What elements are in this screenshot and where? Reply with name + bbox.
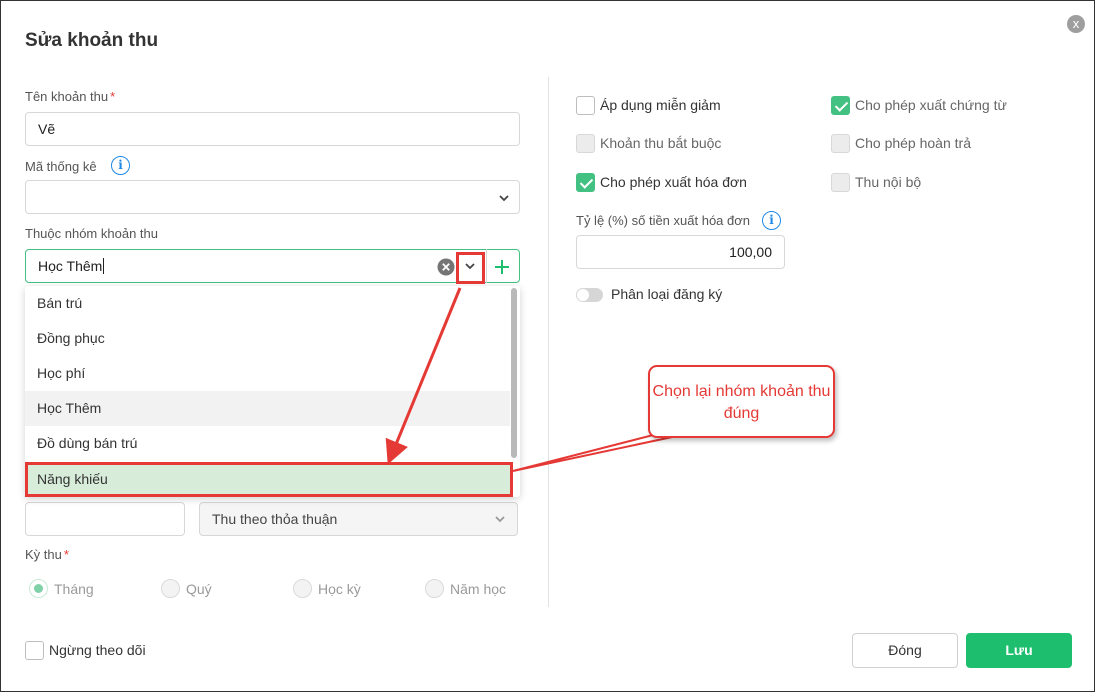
radio-semester[interactable]: [293, 579, 312, 598]
radio-month[interactable]: [29, 579, 48, 598]
allow-refund-label: Cho phép hoàn trả: [855, 135, 971, 151]
dropdown-option[interactable]: Bán trú: [25, 286, 510, 321]
annotation-highlight-chevron: [456, 252, 485, 284]
registration-toggle[interactable]: [576, 288, 603, 302]
stat-code-label: Mã thống kê: [25, 159, 97, 174]
apply-discount-label: Áp dụng miễn giảm: [600, 97, 721, 113]
combobox-divider: [486, 249, 487, 283]
allow-voucher-label: Cho phép xuất chứng từ: [855, 97, 1007, 113]
info-icon[interactable]: i: [762, 211, 781, 230]
stop-tracking-label: Ngừng theo dõi: [49, 642, 146, 658]
internal-fee-label: Thu nội bộ: [855, 174, 922, 190]
name-label: Tên khoản thu *: [25, 89, 116, 104]
chevron-down-icon[interactable]: [498, 192, 510, 204]
mandatory-fee-label: Khoản thu bắt buộc: [600, 135, 722, 151]
apply-discount-checkbox[interactable]: [576, 96, 595, 115]
radio-month-label: Tháng: [54, 581, 94, 597]
internal-fee-checkbox[interactable]: [831, 173, 850, 192]
group-input-value: Học Thêm: [38, 258, 103, 274]
radio-school-year-label: Năm học: [450, 581, 507, 597]
group-label: Thuộc nhóm khoản thu: [25, 226, 158, 241]
info-icon[interactable]: i: [111, 156, 130, 175]
invoice-ratio-label: Tỷ lệ (%) số tiền xuất hóa đơn: [576, 213, 750, 228]
amount-input[interactable]: [25, 502, 185, 536]
dropdown-option[interactable]: Học phí: [25, 356, 510, 391]
allow-voucher-checkbox[interactable]: [831, 96, 850, 115]
add-group-icon[interactable]: [494, 259, 510, 275]
collection-method-select[interactable]: Thu theo thỏa thuận: [199, 502, 518, 536]
radio-semester-label: Học kỳ: [318, 581, 361, 597]
mandatory-fee-checkbox[interactable]: [576, 134, 595, 153]
period-label: Kỳ thu *: [25, 547, 69, 562]
stop-tracking-checkbox[interactable]: [25, 641, 44, 660]
save-button[interactable]: Lưu: [966, 633, 1072, 668]
close-button[interactable]: Đóng: [852, 633, 958, 668]
radio-quarter[interactable]: [161, 579, 180, 598]
registration-toggle-label: Phân loại đăng ký: [611, 286, 723, 302]
text-cursor: [103, 258, 105, 274]
dropdown-scrollbar[interactable]: [511, 288, 517, 458]
annotation-callout: Chọn lại nhóm khoản thu đúng: [648, 365, 835, 438]
chevron-down-icon[interactable]: [494, 513, 506, 525]
edit-fee-dialog: Sửa khoản thu x Tên khoản thu * Vẽ Mã thố…: [0, 0, 1095, 692]
close-icon[interactable]: x: [1067, 15, 1085, 33]
name-input[interactable]: Vẽ: [25, 112, 520, 146]
radio-school-year[interactable]: [425, 579, 444, 598]
radio-quarter-label: Quý: [186, 581, 212, 597]
allow-invoice-label: Cho phép xuất hóa đơn: [600, 174, 747, 190]
annotation-highlight-option: [25, 462, 513, 497]
allow-invoice-checkbox[interactable]: [576, 173, 595, 192]
stat-code-select[interactable]: [25, 180, 520, 214]
dialog-title: Sửa khoản thu: [25, 30, 159, 51]
invoice-ratio-input[interactable]: 100,00: [576, 235, 785, 269]
allow-refund-checkbox[interactable]: [831, 134, 850, 153]
dropdown-option[interactable]: Đồng phục: [25, 321, 510, 356]
clear-icon[interactable]: [437, 258, 455, 276]
column-divider: [548, 77, 549, 607]
dropdown-option-selected[interactable]: Học Thêm: [25, 391, 510, 426]
dropdown-option[interactable]: Đồ dùng bán trú: [25, 426, 510, 461]
